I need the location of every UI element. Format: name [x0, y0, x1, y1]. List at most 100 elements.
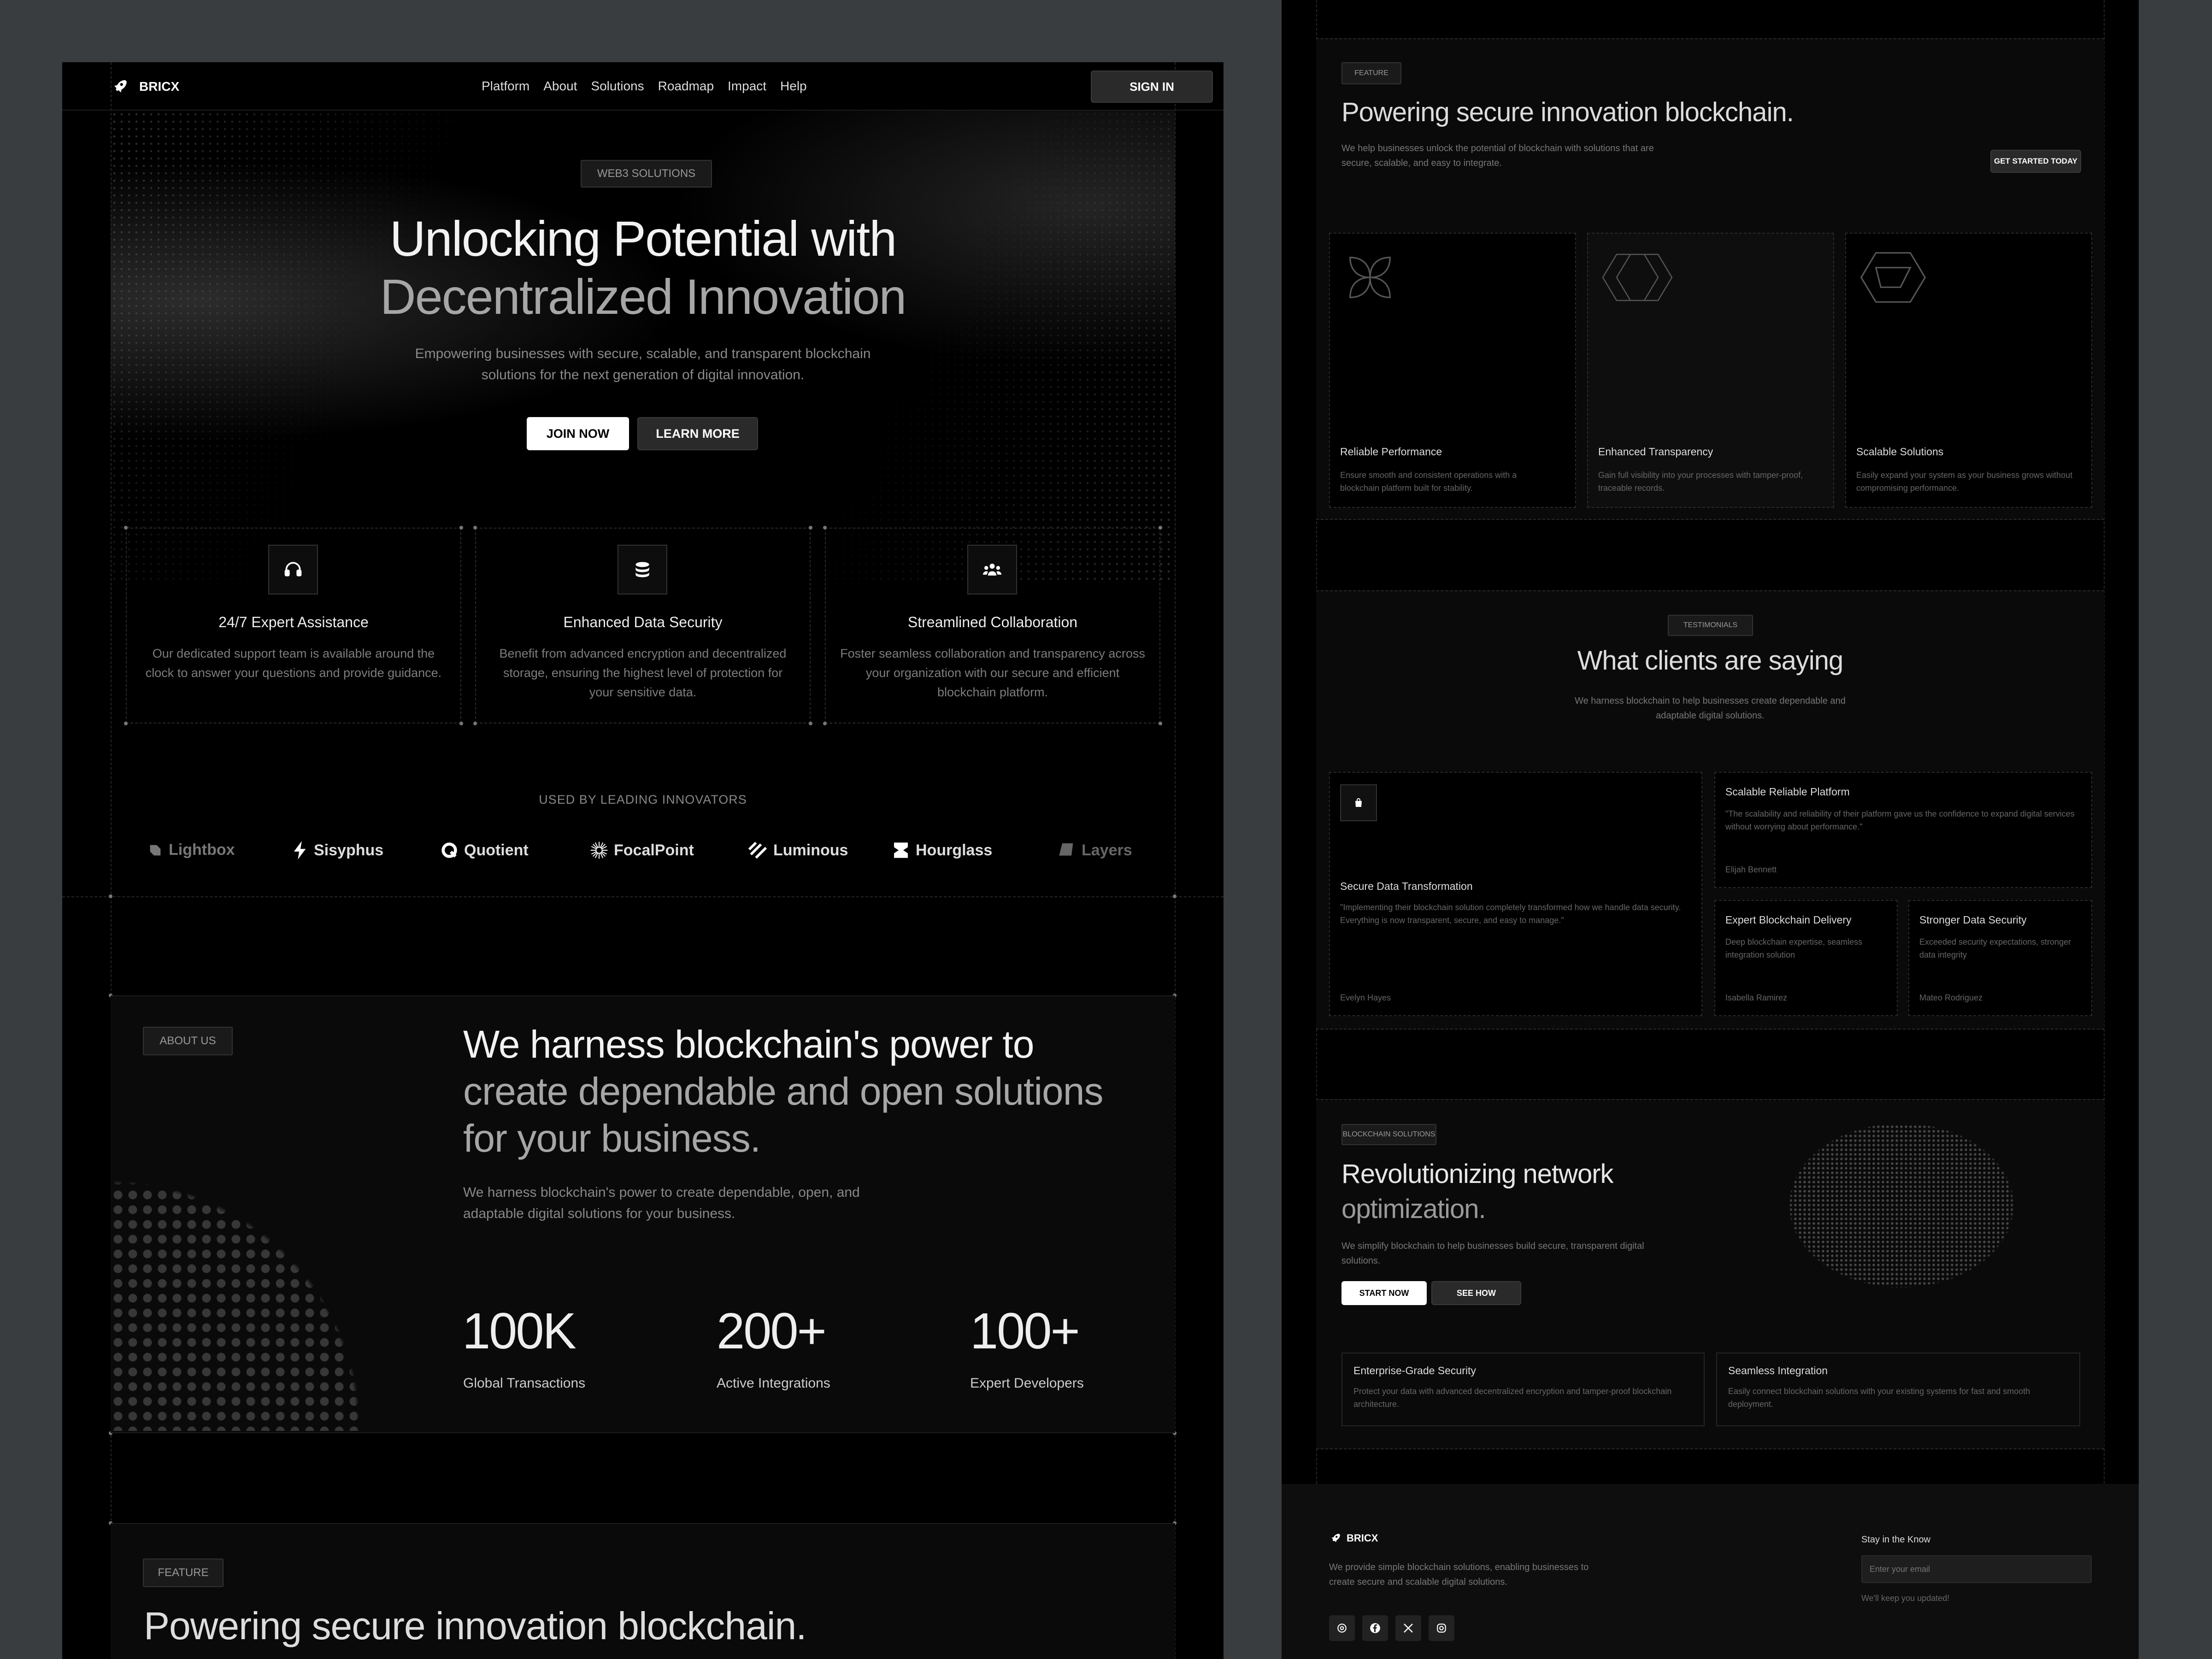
bag-icon: [1340, 784, 1377, 821]
feature-card-title: Enhanced Data Security: [563, 614, 723, 630]
about-title: We harness blockchain's power to create …: [463, 1023, 1103, 1160]
feature-card-desc: Our dedicated support team is available …: [145, 647, 442, 680]
nav-link-solutions[interactable]: Solutions: [591, 79, 644, 94]
learn-more-button[interactable]: LEARN MORE: [637, 417, 758, 450]
solutions-title: Revolutionizing network optimization.: [1341, 1159, 1614, 1224]
get-started-button[interactable]: GET STARTED TODAY: [1990, 150, 2081, 173]
feature-card-assistance: 24/7 Expert Assistance Our dedicated sup…: [126, 528, 461, 724]
email-input[interactable]: [1861, 1555, 2092, 1583]
brain-dot-graphic: [1784, 1124, 2019, 1304]
corner-dot: [124, 722, 128, 725]
corner-dot: [809, 722, 812, 725]
nav-link-platform[interactable]: Platform: [482, 79, 529, 94]
testimonials-subtitle: We harness blockchain to help businesses…: [1575, 696, 1846, 721]
testimonials-tag: TESTIMONIALS: [1668, 615, 1753, 636]
top-nav: BRICX Platform About Solutions Roadmap I…: [62, 62, 1224, 111]
stat-label: Expert Developers: [970, 1376, 1084, 1391]
brand-logo[interactable]: BRICX: [111, 78, 179, 95]
nav-link-help[interactable]: Help: [780, 79, 807, 94]
feature-title: Powering secure innovation blockchain.: [144, 1604, 807, 1647]
rocket-icon: [114, 80, 127, 93]
start-now-button[interactable]: START NOW: [1341, 1281, 1427, 1305]
feature-tag: FEATURE: [1341, 62, 1401, 84]
join-now-button[interactable]: JOIN NOW: [527, 417, 629, 450]
feature-card-desc: Benefit from advanced encryption and dec…: [499, 647, 787, 699]
logo-lightbox: Lightbox: [147, 841, 235, 859]
headset-icon: [268, 545, 318, 594]
corner-dot: [124, 526, 128, 529]
testimonial-card: Stronger Data Security Exceeded security…: [1908, 900, 2092, 1016]
feature-card-title: 24/7 Expert Assistance: [218, 614, 369, 630]
hero-subtitle: Empowering businesses with secure, scala…: [415, 346, 871, 382]
testimonial-card: Scalable Reliable Platform "The scalabil…: [1714, 772, 2092, 888]
testimonials-title: What clients are saying: [1577, 646, 1844, 676]
hero-title: Unlocking Potential with Decentralized I…: [62, 210, 1224, 326]
newsletter-note: We'll keep you updated!: [1861, 1594, 1950, 1603]
logo-quotient: Quotient: [440, 841, 529, 859]
footer-description: We provide simple blockchain solutions, …: [1329, 1562, 1589, 1587]
feature-card-title: Streamlined Collaboration: [907, 614, 1078, 630]
corner-dot: [109, 894, 112, 898]
instagram-icon[interactable]: [1429, 1615, 1454, 1641]
stat-value: 100+: [970, 1303, 1080, 1359]
footer-brand[interactable]: BRICX: [1329, 1532, 1378, 1544]
stat-label: Global Transactions: [463, 1376, 586, 1391]
feature-card: Enhanced Transparency Gain full visibili…: [1587, 233, 1834, 508]
bolt-icon: [294, 841, 306, 859]
logo-layers: Layers: [1058, 841, 1132, 859]
hero-tag: WEB3 SOLUTIONS: [581, 160, 712, 188]
feature-subtitle: We help businesses unlock the potential …: [1341, 143, 1654, 168]
luminous-icon: [748, 841, 767, 859]
threads-icon[interactable]: [1329, 1615, 1355, 1641]
solutions-subtitle: We simplify blockchain to help businesse…: [1341, 1241, 1644, 1266]
x-icon[interactable]: [1395, 1615, 1421, 1641]
layers-icon: [1059, 843, 1073, 856]
nav-link-impact[interactable]: Impact: [728, 79, 766, 94]
feature-title: Powering secure innovation blockchain.: [1341, 97, 1794, 127]
corner-dot: [459, 722, 463, 725]
nav-links: Platform About Solutions Roadmap Impact …: [482, 79, 807, 94]
nav-link-roadmap[interactable]: Roadmap: [658, 79, 714, 94]
landing-page-main: BRICX Platform About Solutions Roadmap I…: [62, 62, 1224, 1659]
corner-dot: [823, 526, 827, 529]
quotient-icon: [441, 842, 457, 858]
corner-dot: [473, 722, 477, 725]
solution-card: Seamless Integration Easily connect bloc…: [1716, 1353, 2080, 1426]
testimonial-card: Secure Data Transformation "Implementing…: [1329, 772, 1702, 1016]
feature-tag: FEATURE: [143, 1559, 224, 1587]
lightbox-icon: [150, 845, 161, 855]
feature-card-collaboration: Streamlined Collaboration Foster seamles…: [825, 528, 1160, 724]
hero-title-line2: Decentralized Innovation: [380, 269, 907, 324]
feature-card-desc: Foster seamless collaboration and transp…: [840, 647, 1145, 699]
about-subtitle: We harness blockchain's power to create …: [463, 1185, 860, 1221]
guide-line: [62, 896, 1224, 897]
corner-dot: [473, 526, 477, 529]
corner-dot: [809, 526, 812, 529]
sign-in-button[interactable]: SIGN IN: [1091, 71, 1213, 103]
feature-card: Scalable Solutions Easily expand your sy…: [1845, 233, 2092, 508]
corner-dot: [823, 722, 827, 725]
brand-name: BRICX: [139, 79, 180, 94]
see-how-button[interactable]: SEE HOW: [1431, 1281, 1521, 1305]
newsletter-title: Stay in the Know: [1861, 1535, 1931, 1545]
nav-link-about[interactable]: About: [543, 79, 577, 94]
logo-luminous: Luminous: [747, 841, 848, 859]
hourglass-icon: [894, 842, 908, 858]
logo-focalpoint: FocalPoint: [590, 841, 694, 859]
stat-value: 200+: [717, 1303, 827, 1359]
solutions-tag: BLOCKCHAIN SOLUTIONS: [1341, 1124, 1436, 1145]
rocket-icon: [1331, 1534, 1340, 1542]
hexagon-icon: [1602, 253, 1673, 301]
corner-dot: [1173, 894, 1177, 898]
petal-icon: [1349, 257, 1391, 298]
corner-dot: [1159, 722, 1162, 725]
corner-dot: [459, 526, 463, 529]
cube-icon: [1860, 252, 1926, 303]
starburst-icon: [590, 841, 608, 859]
facebook-icon[interactable]: [1362, 1615, 1388, 1641]
database-icon: [618, 545, 667, 594]
about-tag: ABOUT US: [143, 1027, 233, 1055]
logo-hourglass: Hourglass: [892, 841, 992, 859]
stat-label: Active Integrations: [717, 1376, 830, 1391]
stat-value: 100K: [462, 1303, 577, 1359]
